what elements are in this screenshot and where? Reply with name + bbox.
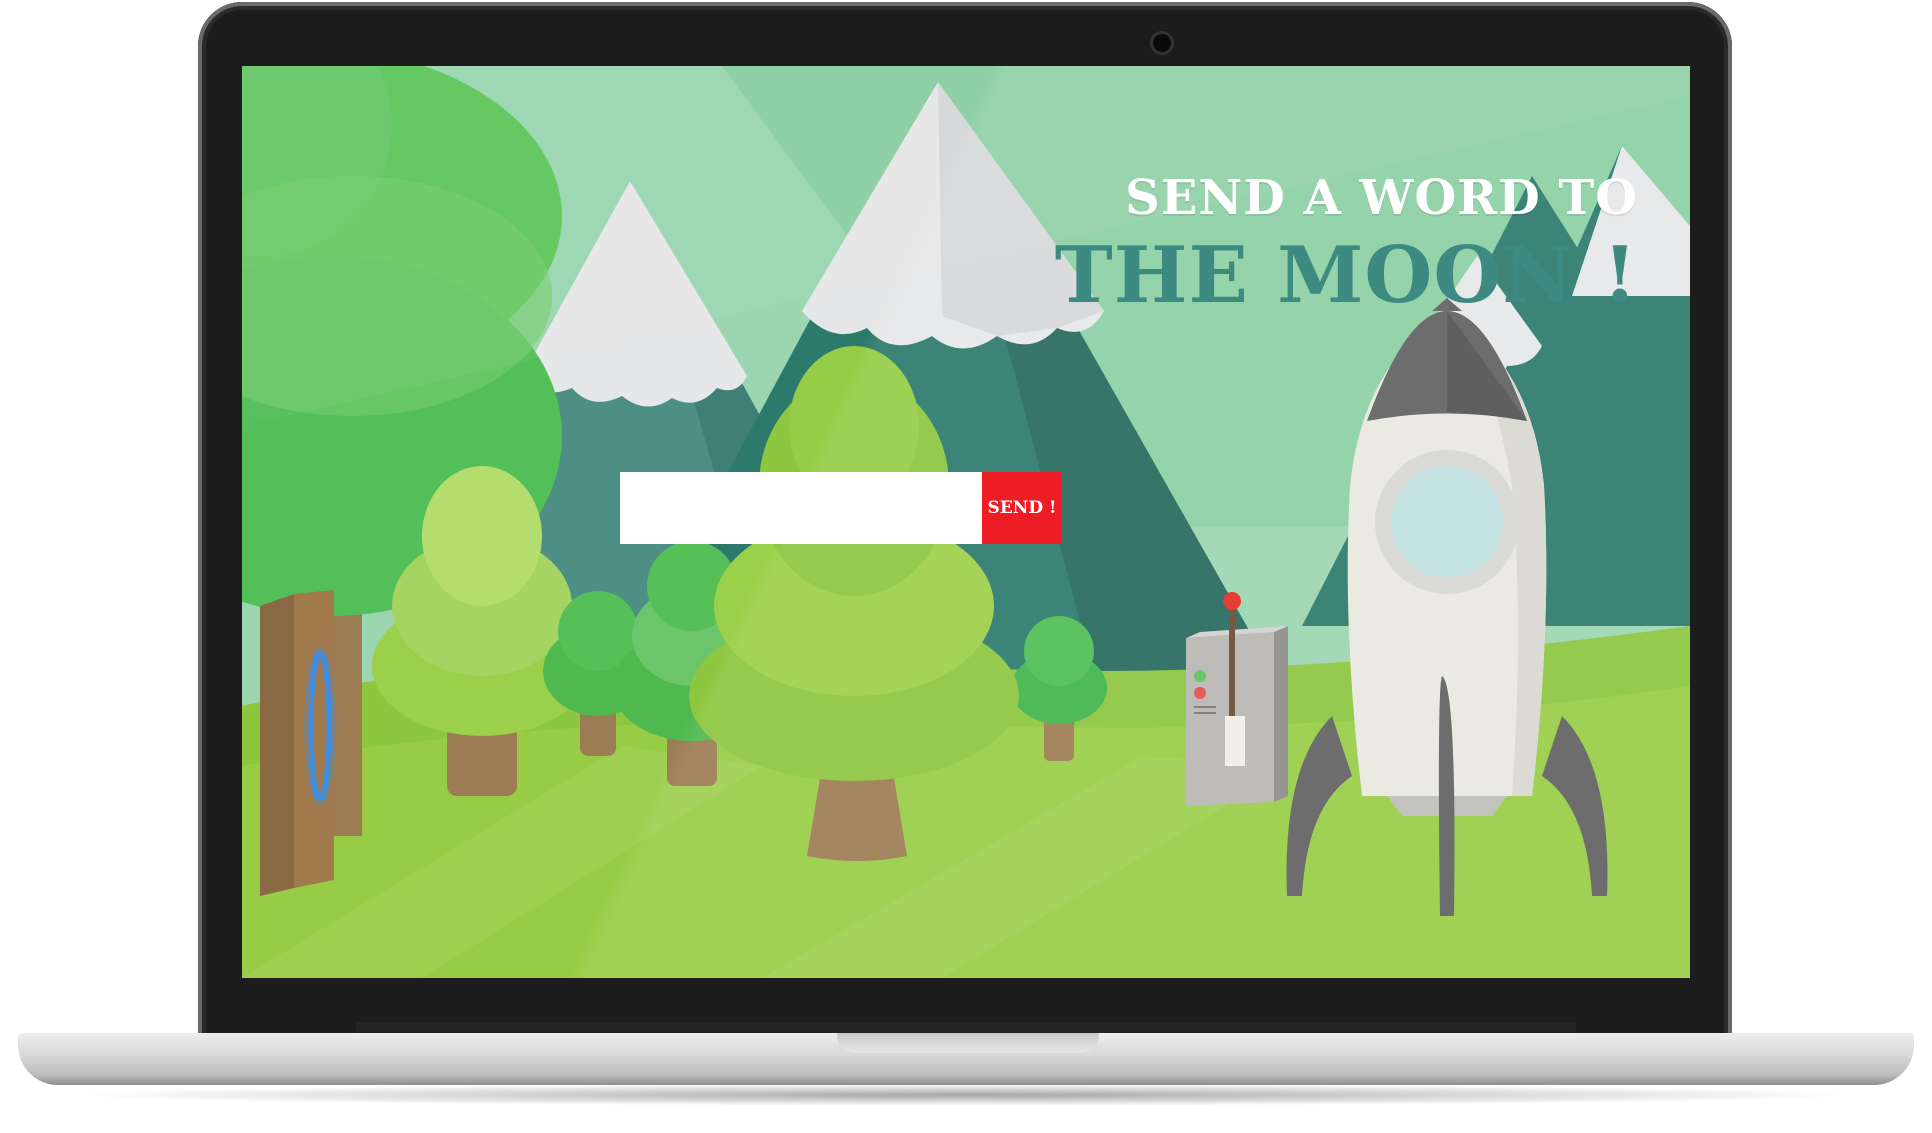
send-word-form: SEND ! <box>620 472 1062 544</box>
webcam-icon <box>1153 34 1171 52</box>
laptop-notch <box>837 1033 1099 1053</box>
send-button[interactable]: SEND ! <box>982 472 1062 544</box>
laptop-shadow <box>60 1084 1872 1106</box>
portal-door <box>260 590 336 896</box>
headline-line2: THE MOON ! <box>1054 230 1638 321</box>
word-input[interactable] <box>620 472 982 544</box>
app-screen: SEND A WORD TO THE MOON ! SEND ! <box>242 66 1690 978</box>
headline-line1: SEND A WORD TO <box>1125 170 1638 226</box>
headline: SEND A WORD TO THE MOON ! <box>1055 168 1638 324</box>
